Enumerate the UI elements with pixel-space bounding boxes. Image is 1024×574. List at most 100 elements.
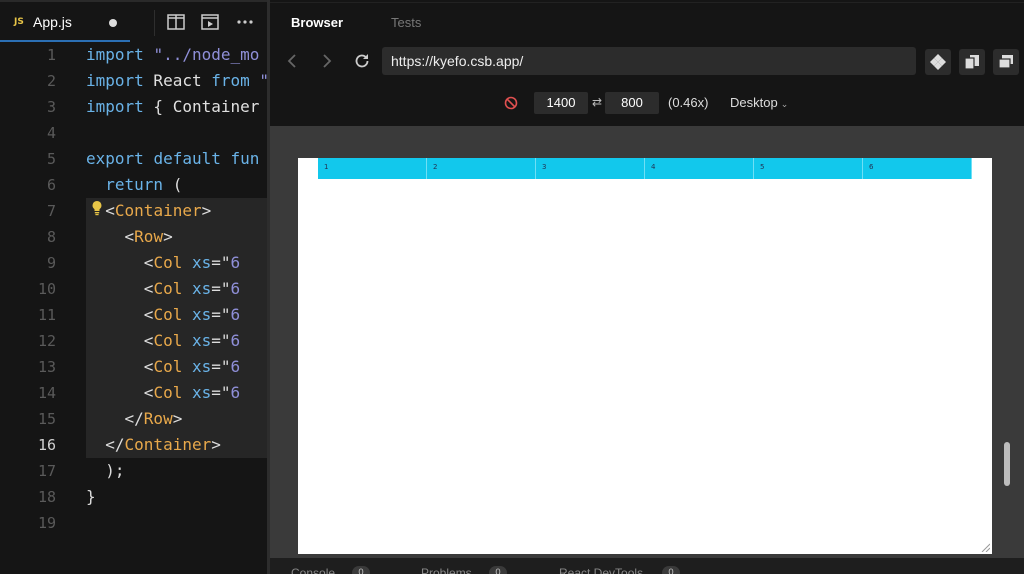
more-icon[interactable]	[236, 14, 256, 32]
code-token: (	[163, 175, 183, 194]
device-label: Desktop	[730, 95, 778, 110]
code-line[interactable]: 14 <Col xs="6	[0, 380, 267, 406]
url-input[interactable]: https://kyefo.csb.app/	[382, 47, 916, 75]
open-new-window-button[interactable]	[959, 49, 985, 75]
code-text: <Container>	[86, 198, 211, 224]
code-token: {	[143, 97, 173, 116]
url-text: https://kyefo.csb.app/	[391, 53, 524, 69]
resize-handle-icon[interactable]	[980, 542, 990, 552]
code-line[interactable]: 5 export default fun	[0, 146, 267, 172]
row-column: 5	[754, 158, 863, 179]
preview-icon[interactable]	[201, 14, 221, 32]
code-token: ="	[211, 331, 231, 350]
code-token: </	[86, 409, 144, 428]
preview-tab-bar: Browser Tests	[270, 2, 1024, 42]
code-token: >	[172, 409, 183, 428]
code-line[interactable]: 3 import { Container	[0, 94, 267, 120]
row-column: 1	[318, 158, 427, 179]
unsaved-dot-icon[interactable]	[109, 19, 117, 27]
code-text: <Col xs="6	[86, 328, 240, 354]
code-line[interactable]: 1 import "../node_mo	[0, 42, 267, 68]
code-token: <	[86, 227, 135, 246]
devtools-bar: Console 0 Problems 0 React DevTools 0	[270, 558, 1024, 574]
tab-console[interactable]: Console	[291, 566, 335, 574]
code-text: </Container>	[86, 432, 221, 458]
viewport-width-input[interactable]: 1400	[534, 92, 588, 114]
code-editor[interactable]: JS App.js 1 import "../node_mo 2 import Rea…	[0, 0, 267, 574]
no-sign-icon[interactable]	[504, 96, 518, 110]
toggle-devtools-button[interactable]	[925, 49, 951, 75]
row-column: 3	[536, 158, 645, 179]
code-line[interactable]: 12 <Col xs="6	[0, 328, 267, 354]
code-text: <Col xs="6	[86, 354, 240, 380]
react-devtools-count-badge: 0	[662, 566, 680, 574]
code-line[interactable]: 16 </Container>	[0, 432, 267, 458]
code-line[interactable]: 9 <Col xs="6	[0, 250, 267, 276]
code-line[interactable]: 6 return (	[0, 172, 267, 198]
code-line[interactable]: 2 import React from "	[0, 68, 267, 94]
layout-button[interactable]	[993, 49, 1019, 75]
code-area[interactable]: 1import "../node_mo2import React from "3…	[0, 42, 267, 574]
code-line[interactable]: 17 );	[0, 458, 267, 484]
row-column: 2	[427, 158, 536, 179]
code-token: from	[211, 71, 250, 90]
tab-react-devtools[interactable]: React DevTools	[559, 566, 643, 574]
bootstrap-row: 123456	[318, 158, 972, 179]
refresh-button[interactable]	[352, 51, 372, 71]
preview-stage: 123456	[270, 126, 1024, 558]
scrollbar-thumb[interactable]	[1004, 442, 1010, 486]
line-number: 10	[37, 280, 56, 298]
viewport-height-input[interactable]: 800	[605, 92, 659, 114]
line-number: 15	[37, 410, 56, 428]
device-select[interactable]: Desktop ⌄	[730, 95, 788, 110]
line-number: 8	[46, 228, 56, 246]
code-token: "../node_mo	[153, 45, 260, 64]
forward-button[interactable]	[316, 51, 336, 71]
lightbulb-icon[interactable]	[91, 200, 103, 216]
code-token: <	[86, 383, 154, 402]
code-line[interactable]: 8 <Row>	[0, 224, 267, 250]
code-line[interactable]: 4	[0, 120, 267, 146]
code-line[interactable]: 18}	[0, 484, 267, 510]
code-line[interactable]: 11 <Col xs="6	[0, 302, 267, 328]
line-number: 17	[37, 462, 56, 480]
swap-dimensions-icon[interactable]: ⇄	[592, 95, 602, 109]
code-text: import "../node_mo	[86, 42, 259, 68]
code-token: <	[86, 305, 154, 324]
code-token: React	[143, 71, 212, 90]
back-button[interactable]	[283, 51, 303, 71]
code-token: return	[105, 175, 164, 194]
code-text: import { Container	[86, 94, 259, 120]
code-token: 6	[230, 305, 241, 324]
code-line[interactable]: 7 <Container>	[0, 198, 267, 224]
code-text: return (	[86, 172, 182, 198]
copy-icon	[964, 55, 979, 70]
code-line[interactable]: 13 <Col xs="6	[0, 354, 267, 380]
code-token: Col	[153, 383, 183, 402]
code-token: <	[86, 331, 154, 350]
code-text: <Col xs="6	[86, 302, 240, 328]
preview-frame[interactable]: 123456	[298, 158, 992, 554]
tab-tests[interactable]: Tests	[391, 15, 421, 30]
tab-problems[interactable]: Problems	[421, 566, 472, 574]
line-number: 13	[37, 358, 56, 376]
code-line[interactable]: 10 <Col xs="6	[0, 276, 267, 302]
preview-pane: Browser Tests https://kyefo.csb.app/ 140…	[270, 0, 1024, 574]
code-token: 6	[230, 383, 241, 402]
code-token: Container	[114, 201, 202, 220]
code-line[interactable]: 15 </Row>	[0, 406, 267, 432]
code-token: Col	[153, 305, 183, 324]
split-editor-icon[interactable]	[167, 14, 187, 32]
editor-tab-bar: JS App.js	[0, 0, 267, 42]
file-tab-app-js[interactable]: JS App.js	[0, 2, 130, 42]
code-token: "	[250, 71, 267, 90]
tab-browser[interactable]: Browser	[291, 15, 343, 30]
code-line[interactable]: 19	[0, 510, 267, 536]
line-number: 11	[37, 306, 56, 324]
row-column: 4	[645, 158, 754, 179]
